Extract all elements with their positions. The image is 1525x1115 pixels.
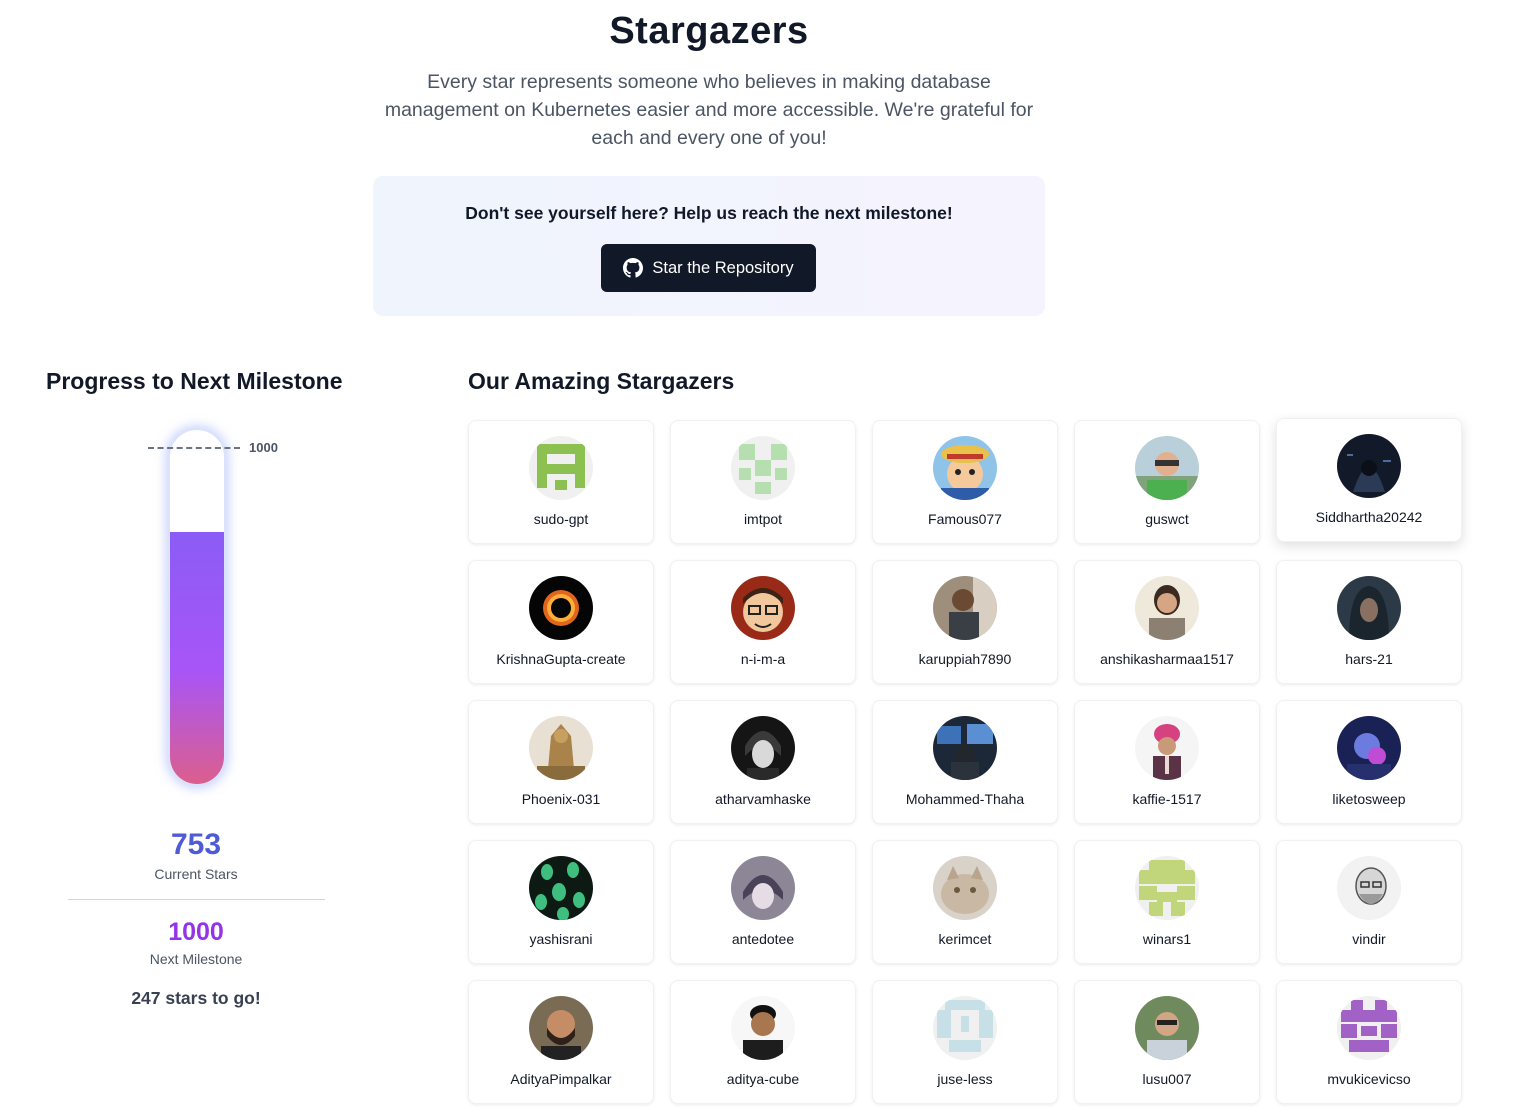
avatar bbox=[1135, 856, 1199, 920]
milestone-thermometer: 1000 bbox=[148, 428, 308, 788]
stargazer-card[interactable]: AdityaPimpalkar bbox=[468, 980, 654, 1104]
avatar bbox=[1135, 576, 1199, 640]
goal-marker-line bbox=[148, 447, 240, 449]
avatar bbox=[933, 576, 997, 640]
stargazer-username: liketosweep bbox=[1332, 791, 1406, 807]
cta-card: Don't see yourself here? Help us reach t… bbox=[373, 176, 1045, 316]
avatar bbox=[529, 436, 593, 500]
current-stars-value: 753 bbox=[170, 828, 222, 861]
goal-marker-label: 1000 bbox=[249, 440, 278, 455]
stargazer-card[interactable]: juse-less bbox=[872, 980, 1058, 1104]
stargazer-card[interactable]: mvukicevicso bbox=[1276, 980, 1462, 1104]
stargazer-username: winars1 bbox=[1142, 931, 1192, 947]
cta-text: Don't see yourself here? Help us reach t… bbox=[465, 203, 953, 223]
stargazer-username: kerimcet bbox=[938, 931, 992, 947]
stargazer-card[interactable]: winars1 bbox=[1074, 840, 1260, 964]
avatar bbox=[933, 716, 997, 780]
stargazer-username: KrishnaGupta-create bbox=[496, 651, 626, 667]
stargazer-username: AdityaPimpalkar bbox=[510, 1071, 612, 1087]
stargazer-card[interactable]: atharvamhaske bbox=[670, 700, 856, 824]
stargazer-username: juse-less bbox=[937, 1071, 993, 1087]
page-title: Stargazers bbox=[609, 10, 809, 52]
stargazer-username: hars-21 bbox=[1345, 651, 1393, 667]
avatar bbox=[529, 716, 593, 780]
avatar bbox=[1337, 856, 1401, 920]
avatar bbox=[529, 996, 593, 1060]
stargazer-card[interactable]: liketosweep bbox=[1276, 700, 1462, 824]
star-repository-button[interactable]: Star the Repository bbox=[601, 244, 816, 292]
next-milestone-value: 1000 bbox=[168, 918, 224, 946]
stargazer-card[interactable]: yashisrani bbox=[468, 840, 654, 964]
next-milestone-label: Next Milestone bbox=[149, 951, 243, 967]
avatar bbox=[529, 576, 593, 640]
avatar bbox=[1135, 716, 1199, 780]
stargazer-username: lusu007 bbox=[1142, 1071, 1192, 1087]
stargazer-username: vindir bbox=[1352, 931, 1386, 947]
stargazer-card[interactable]: aditya-cube bbox=[670, 980, 856, 1104]
stargazer-card[interactable]: Siddhartha20242 bbox=[1276, 418, 1462, 542]
stargazer-username: Famous077 bbox=[928, 511, 1002, 527]
avatar bbox=[1135, 996, 1199, 1060]
stargazer-username: Siddhartha20242 bbox=[1315, 509, 1423, 525]
avatar bbox=[529, 856, 593, 920]
stargazer-username: karuppiah7890 bbox=[918, 651, 1012, 667]
stargazer-username: antedotee bbox=[731, 931, 795, 947]
stargazer-card[interactable]: sudo-gpt bbox=[468, 420, 654, 544]
stargazer-username: n-i-m-a bbox=[740, 651, 786, 667]
avatar bbox=[1135, 436, 1199, 500]
stargazer-username: anshikasharmaa1517 bbox=[1100, 651, 1234, 667]
intro-text: Every star represents someone who believ… bbox=[384, 71, 1034, 149]
stargazer-username: atharvamhaske bbox=[715, 791, 811, 807]
avatar bbox=[933, 856, 997, 920]
avatar bbox=[731, 856, 795, 920]
stargazer-username: imtpot bbox=[743, 511, 783, 527]
stargazer-username: kaffie-1517 bbox=[1132, 791, 1202, 807]
stargazer-username: aditya-cube bbox=[726, 1071, 800, 1087]
stargazers-title: Our Amazing Stargazers bbox=[468, 368, 735, 394]
stargazer-card[interactable]: anshikasharmaa1517 bbox=[1074, 560, 1260, 684]
stargazer-card[interactable]: antedotee bbox=[670, 840, 856, 964]
stargazer-username: mvukicevicso bbox=[1327, 1071, 1411, 1087]
stargazer-card[interactable]: guswct bbox=[1074, 420, 1260, 544]
stargazer-card[interactable]: kerimcet bbox=[872, 840, 1058, 964]
stargazer-username: Mohammed-Thaha bbox=[905, 791, 1025, 807]
avatar bbox=[731, 436, 795, 500]
stargazer-grid: sudo-gpt imtpot Famous077 guswct Siddhartha2… bbox=[468, 418, 1462, 1104]
stargazer-card[interactable]: vindir bbox=[1276, 840, 1462, 964]
stargazer-card[interactable]: n-i-m-a bbox=[670, 560, 856, 684]
avatar bbox=[1337, 576, 1401, 640]
thermometer-fill bbox=[170, 532, 224, 784]
stargazer-username: yashisrani bbox=[529, 931, 593, 947]
avatar bbox=[731, 716, 795, 780]
progress-title: Progress to Next Milestone bbox=[46, 368, 343, 394]
stargazer-card[interactable]: kaffie-1517 bbox=[1074, 700, 1260, 824]
stargazer-card[interactable]: Famous077 bbox=[872, 420, 1058, 544]
stargazer-username: Phoenix-031 bbox=[521, 791, 601, 807]
avatar bbox=[731, 996, 795, 1060]
stargazer-card[interactable]: hars-21 bbox=[1276, 560, 1462, 684]
star-repository-label: Star the Repository bbox=[652, 258, 794, 277]
avatar bbox=[933, 996, 997, 1060]
stargazer-card[interactable]: Phoenix-031 bbox=[468, 700, 654, 824]
stargazer-card[interactable]: imtpot bbox=[670, 420, 856, 544]
avatar bbox=[933, 436, 997, 500]
stargazer-card[interactable]: Mohammed-Thaha bbox=[872, 700, 1058, 824]
stargazer-username: sudo-gpt bbox=[533, 511, 589, 527]
avatar bbox=[1337, 716, 1401, 780]
stargazer-card[interactable]: lusu007 bbox=[1074, 980, 1260, 1104]
avatar bbox=[1337, 434, 1401, 498]
avatar bbox=[731, 576, 795, 640]
stargazer-card[interactable]: karuppiah7890 bbox=[872, 560, 1058, 684]
stargazer-card[interactable]: KrishnaGupta-create bbox=[468, 560, 654, 684]
stats-divider bbox=[68, 899, 325, 900]
stars-remaining-text: 247 stars to go! bbox=[131, 988, 261, 1008]
thermometer-tube bbox=[168, 428, 226, 786]
avatar bbox=[1337, 996, 1401, 1060]
stargazer-username: guswct bbox=[1145, 511, 1189, 527]
github-icon bbox=[623, 258, 644, 278]
current-stars-label: Current Stars bbox=[154, 866, 238, 882]
